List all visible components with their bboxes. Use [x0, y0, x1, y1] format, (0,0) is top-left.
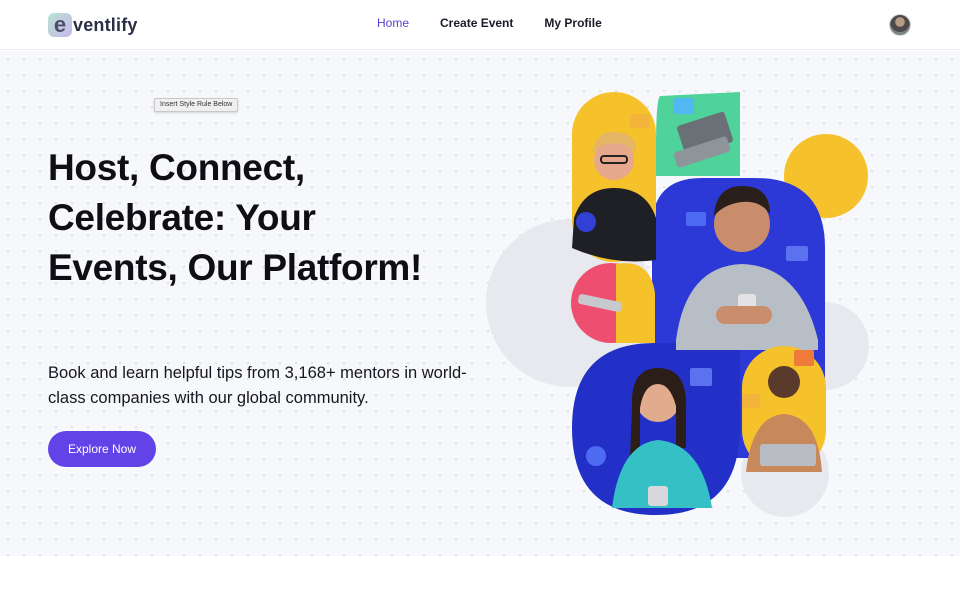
percent-badge-icon	[742, 394, 760, 408]
laptop-person-4	[760, 444, 816, 466]
logo-mark: e	[48, 13, 72, 37]
person-2-arm	[716, 306, 772, 324]
chat-icon-left	[586, 446, 606, 466]
hero-headline: Host, Connect, Celebrate: Your Events, O…	[48, 147, 423, 288]
top-navbar: e ventlify Home Create Event My Profile	[0, 0, 960, 50]
style-rule-tooltip: Insert Style Rule Below	[154, 98, 239, 112]
hero-subtext: Book and learn helpful tips from 3,168+ …	[48, 364, 467, 407]
bottom-section	[0, 556, 960, 600]
nav-link-my-profile[interactable]: My Profile	[544, 16, 601, 30]
hero-collage-illustration	[486, 92, 869, 517]
person-4-head	[768, 366, 800, 398]
explore-now-button[interactable]: Explore Now	[48, 431, 156, 467]
phone-person-3	[648, 486, 668, 506]
nav-link-home[interactable]: Home	[377, 16, 409, 30]
brand-logo[interactable]: e ventlify	[48, 12, 138, 38]
user-avatar[interactable]	[889, 14, 911, 36]
ticket-icon	[686, 212, 706, 226]
chat-bubble-icon	[576, 212, 596, 232]
card-icon	[690, 368, 712, 386]
mail-icon-small	[630, 114, 650, 128]
note-icon	[794, 350, 814, 366]
email-icon	[786, 246, 808, 261]
logo-text: ventlify	[73, 14, 138, 35]
main-nav: Home Create Event My Profile	[377, 16, 602, 30]
monitor-icon	[674, 98, 694, 114]
nav-link-create-event[interactable]: Create Event	[440, 16, 513, 30]
